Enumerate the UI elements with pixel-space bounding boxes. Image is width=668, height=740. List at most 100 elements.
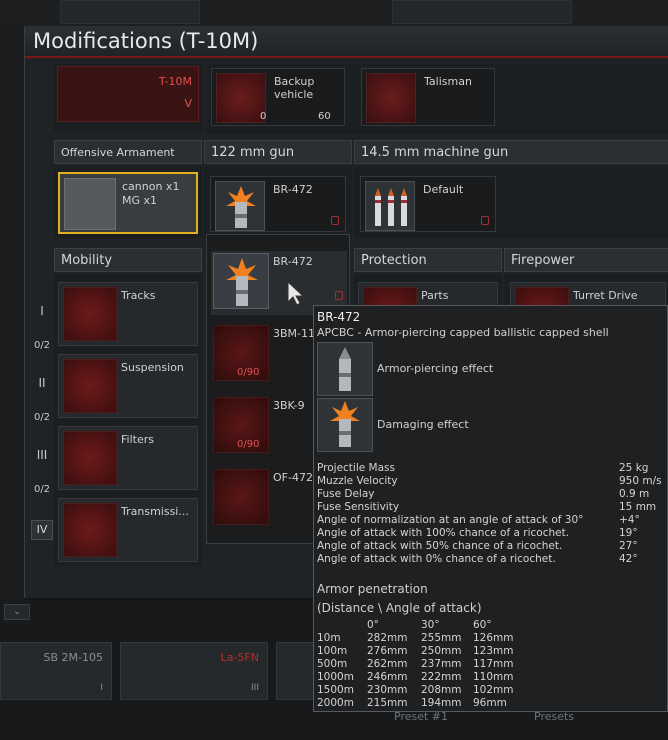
prop-value: 950 m/s	[619, 475, 662, 487]
shell-icon	[213, 469, 269, 525]
hangar-vehicle-card[interactable]: SB 2M-105 I	[0, 642, 112, 700]
backup-count: 0	[260, 111, 267, 122]
prop-key: Angle of attack with 0% chance of a rico…	[317, 553, 556, 565]
mod-label: Filters	[121, 433, 154, 446]
pen-cell: 250mm	[421, 645, 462, 657]
filters-icon	[63, 431, 117, 485]
armament-line1: cannon x1	[122, 180, 180, 193]
gun-ammo-panel: BR-472	[204, 166, 352, 238]
mod-label: Turret Drive	[573, 289, 638, 302]
cursor-icon	[287, 280, 305, 306]
pen-cell: 215mm	[367, 697, 408, 709]
shell-icon	[213, 253, 269, 309]
armament-line2: MG x1	[122, 194, 158, 207]
protection-header: Protection	[354, 248, 502, 272]
mod-label: Tracks	[121, 289, 156, 302]
mobility-panel: Tracks Suspension Filters Transmissi...	[54, 274, 202, 566]
hangar-slot[interactable]	[392, 0, 572, 24]
prop-row: Angle of attack with 100% chance of a ri…	[317, 527, 662, 540]
ammo-option-name: 3BK-9	[273, 399, 305, 412]
pen-cell: 222mm	[421, 671, 462, 683]
prop-key: Fuse Sensitivity	[317, 501, 400, 513]
talisman-slot[interactable]: Talisman	[361, 68, 495, 126]
prop-value: 19°	[619, 527, 638, 539]
pen-cell: 2000m	[317, 697, 354, 709]
penetration-row: 1500m 230mm 208mm 102mm	[317, 684, 577, 697]
vehicle-slot[interactable]: T-10M V	[57, 66, 199, 122]
armament-slot[interactable]: cannon x1 MG x1	[58, 172, 198, 234]
pen-cell: 96mm	[473, 697, 507, 709]
tier-label: III	[36, 448, 48, 462]
penetration-subtitle: (Distance \ Angle of attack)	[317, 601, 482, 615]
penetration-header-row: 0° 30° 60°	[317, 619, 577, 632]
penetration-row: 500m 262mm 237mm 117mm	[317, 658, 577, 671]
penetration-row: 1000m 246mm 222mm 110mm	[317, 671, 577, 684]
hangar-vehicle-card[interactable]	[276, 642, 316, 700]
mg-ammo-panel: Default	[354, 166, 668, 238]
pen-cell: 117mm	[473, 658, 514, 670]
mod-transmission[interactable]: Transmissi...	[58, 498, 198, 562]
prop-value: +4°	[619, 514, 640, 526]
penetration-row: 100m 276mm 250mm 123mm	[317, 645, 577, 658]
vehicle-name: SB 2M-105	[43, 651, 103, 664]
pen-cell: 230mm	[367, 684, 408, 696]
ammo-option-count: 0/90	[237, 439, 260, 450]
gun-ammo-name: BR-472	[273, 183, 313, 196]
pen-cell: 100m	[317, 645, 348, 657]
prop-key: Angle of attack with 100% chance of a ri…	[317, 527, 570, 539]
tier-label: I	[40, 304, 44, 318]
prop-value: 42°	[619, 553, 638, 565]
prop-value: 15 mm	[619, 501, 657, 513]
prop-row: Angle of attack with 0% chance of a rico…	[317, 553, 662, 566]
mod-label: Transmissi...	[121, 505, 189, 518]
prop-row: Fuse Delay 0.9 m	[317, 488, 662, 501]
tank-icon	[216, 73, 266, 123]
lock-icon	[331, 216, 339, 225]
tracks-icon	[63, 287, 117, 341]
pen-cell: 255mm	[421, 632, 462, 644]
backup-cost: 60	[318, 111, 331, 122]
scroll-down-button[interactable]: ⌄	[4, 604, 30, 620]
pen-cell: 282mm	[367, 632, 408, 644]
hangar-slot[interactable]	[60, 0, 200, 24]
mg-ammo-name: Default	[423, 183, 464, 196]
gun-ammo-slot[interactable]: BR-472	[210, 176, 346, 232]
pen-cell: 237mm	[421, 658, 462, 670]
offensive-armament-header: Offensive Armament	[54, 140, 202, 164]
backup-vehicle-slot[interactable]: Backup vehicle 0 60	[211, 68, 345, 126]
pen-cell: 126mm	[473, 632, 514, 644]
tier-count: 0/2	[33, 340, 51, 351]
mod-tracks[interactable]: Tracks	[58, 282, 198, 346]
tooltip-subtitle: APCBC - Armor-piercing capped ballistic …	[317, 326, 609, 339]
transmission-icon	[63, 503, 117, 557]
window-titlebar: Modifications (T-10M)	[25, 26, 668, 58]
pen-cell: 262mm	[367, 658, 408, 670]
effect-label: Armor-piercing effect	[377, 362, 494, 375]
mod-filters[interactable]: Filters	[58, 426, 198, 490]
tier-label-current: IV	[31, 520, 53, 540]
mod-label: Suspension	[121, 361, 184, 374]
prop-row: Fuse Sensitivity 15 mm	[317, 501, 662, 514]
penetration-title: Armor penetration	[317, 582, 428, 596]
lock-icon	[335, 291, 343, 300]
firepower-header: Firepower	[504, 248, 668, 272]
mod-suspension[interactable]: Suspension	[58, 354, 198, 418]
hangar-vehicle-card[interactable]: La-5FN III	[120, 642, 268, 700]
cannon-icon	[64, 178, 116, 230]
prop-value: 25 kg	[619, 462, 649, 474]
vehicle-rank: I	[100, 683, 103, 693]
talisman-icon	[366, 73, 416, 123]
pen-cell: 500m	[317, 658, 348, 670]
prop-key: Fuse Delay	[317, 488, 375, 500]
pen-cell: 1000m	[317, 671, 354, 683]
prop-key: Angle of normalization at an angle of at…	[317, 514, 584, 526]
prop-value: 27°	[619, 540, 638, 552]
prop-value: 0.9 m	[619, 488, 650, 500]
pen-cell: 110mm	[473, 671, 514, 683]
hangar-left-strip	[0, 26, 24, 626]
mg-ammo-slot[interactable]: Default	[360, 176, 496, 232]
vehicle-card[interactable]: T-10M V	[53, 64, 203, 132]
ammo-option-name: BR-472	[273, 255, 313, 268]
mobility-header: Mobility	[54, 248, 202, 272]
pen-head: 0°	[367, 619, 379, 631]
